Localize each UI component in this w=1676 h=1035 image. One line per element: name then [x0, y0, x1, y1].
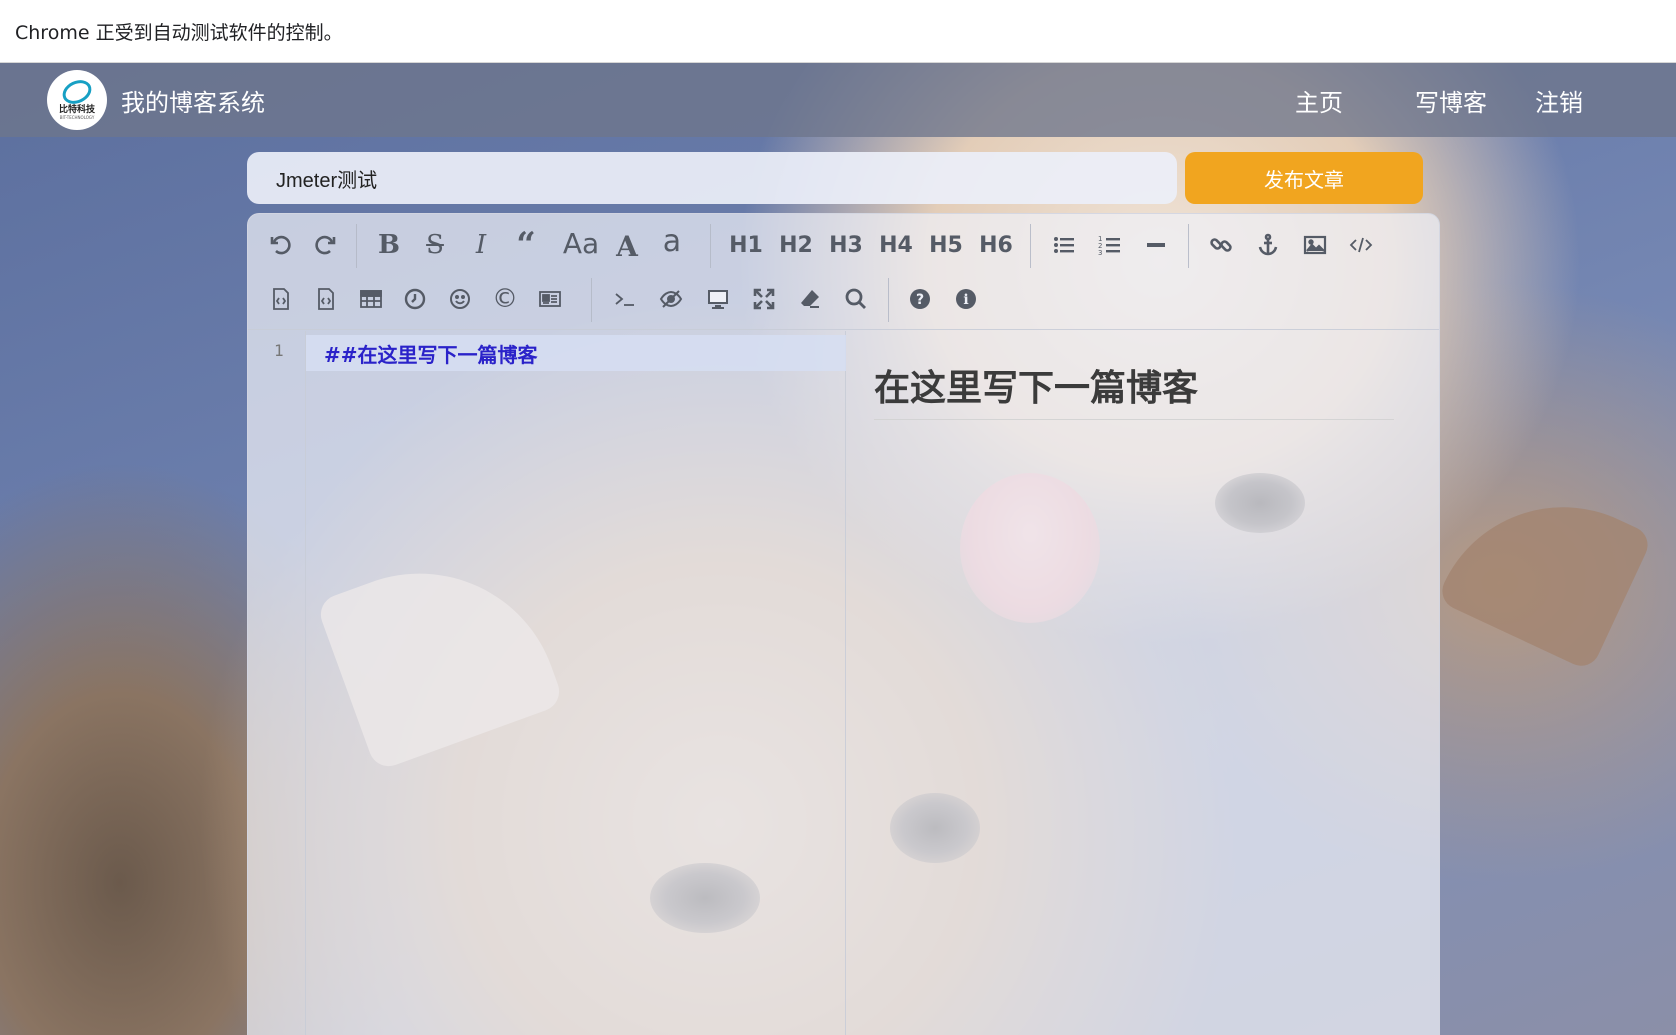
- infobar-text: Chrome 正受到自动测试软件的控制。: [15, 21, 343, 44]
- fullscreen-icon[interactable]: [745, 280, 783, 318]
- line-number-gutter: 1: [248, 331, 306, 1035]
- h6-icon[interactable]: H6: [973, 226, 1019, 264]
- logo-text: 比特科技: [58, 104, 95, 115]
- undo-icon[interactable]: [262, 226, 300, 264]
- h4-icon[interactable]: H4: [873, 226, 919, 264]
- help-icon[interactable]: ?: [901, 280, 939, 318]
- watch-toggle-icon[interactable]: [652, 280, 690, 318]
- logo-icon: [58, 75, 96, 108]
- h1-icon[interactable]: H1: [723, 226, 769, 264]
- preview-heading: 在这里写下一篇博客: [874, 359, 1394, 420]
- table-icon[interactable]: [352, 280, 390, 318]
- datetime-icon[interactable]: [396, 280, 434, 318]
- publish-button[interactable]: 发布文章: [1185, 152, 1423, 204]
- html-entities-icon[interactable]: ©: [486, 280, 524, 318]
- uppercase-icon[interactable]: A: [608, 227, 646, 265]
- horizontal-rule-icon[interactable]: [1137, 226, 1175, 264]
- info-icon[interactable]: i: [947, 280, 985, 318]
- image-icon[interactable]: [1296, 226, 1334, 264]
- markdown-editor: B S I “ Aa A a H1 H2 H3 H4 H5 H6 123 © ?…: [247, 213, 1440, 1035]
- markdown-preview-pane: 在这里写下一篇博客: [846, 331, 1441, 1035]
- code-line[interactable]: ##在这里写下一篇博客: [306, 335, 846, 371]
- nav-logout-link[interactable]: 注销: [1535, 83, 1583, 118]
- goto-line-icon[interactable]: [606, 280, 644, 318]
- svg-text:i: i: [963, 292, 968, 308]
- code-block-icon[interactable]: [262, 280, 300, 318]
- redo-icon[interactable]: [306, 226, 344, 264]
- svg-text:?: ?: [916, 292, 924, 308]
- search-icon[interactable]: [837, 280, 875, 318]
- automation-infobar: Chrome 正受到自动测试软件的控制。: [0, 0, 1676, 63]
- h2-icon[interactable]: H2: [773, 226, 819, 264]
- link-icon[interactable]: [1202, 226, 1240, 264]
- preview-icon[interactable]: [699, 280, 737, 318]
- h5-icon[interactable]: H5: [923, 226, 969, 264]
- strikethrough-icon[interactable]: S: [416, 226, 454, 264]
- italic-icon[interactable]: I: [462, 226, 500, 264]
- svg-text:3: 3: [1098, 249, 1102, 257]
- line-number: 1: [274, 341, 284, 360]
- ordered-list-icon[interactable]: 123: [1091, 226, 1129, 264]
- inline-code-icon[interactable]: [1342, 226, 1380, 264]
- logo-subtext: BIT-TECHNOLOGY: [59, 114, 95, 120]
- lowercase-icon[interactable]: a: [653, 222, 691, 260]
- emoji-icon[interactable]: [441, 280, 479, 318]
- markdown-input-pane[interactable]: ##在这里写下一篇博客: [306, 331, 846, 1035]
- unordered-list-icon[interactable]: [1045, 226, 1083, 264]
- navbar: 比特科技 BIT-TECHNOLOGY 我的博客系统 主页 写博客 注销: [0, 63, 1676, 137]
- site-title: 我的博客系统: [121, 89, 265, 117]
- editor-toolbar: B S I “ Aa A a H1 H2 H3 H4 H5 H6 123 © ?…: [248, 214, 1439, 330]
- anchor-icon[interactable]: [1249, 226, 1287, 264]
- preformatted-text-icon[interactable]: [307, 280, 345, 318]
- article-title-input[interactable]: [247, 152, 1177, 204]
- nav-write-link[interactable]: 写博客: [1415, 83, 1487, 118]
- site-logo[interactable]: 比特科技 BIT-TECHNOLOGY: [47, 70, 107, 130]
- clear-eraser-icon[interactable]: [791, 280, 829, 318]
- bold-icon[interactable]: B: [370, 226, 408, 264]
- h3-icon[interactable]: H3: [823, 226, 869, 264]
- ucfirst-icon[interactable]: Aa: [558, 224, 604, 262]
- nav-home-link[interactable]: 主页: [1295, 83, 1343, 118]
- pagebreak-icon[interactable]: [531, 280, 569, 318]
- quote-icon[interactable]: “: [507, 225, 545, 265]
